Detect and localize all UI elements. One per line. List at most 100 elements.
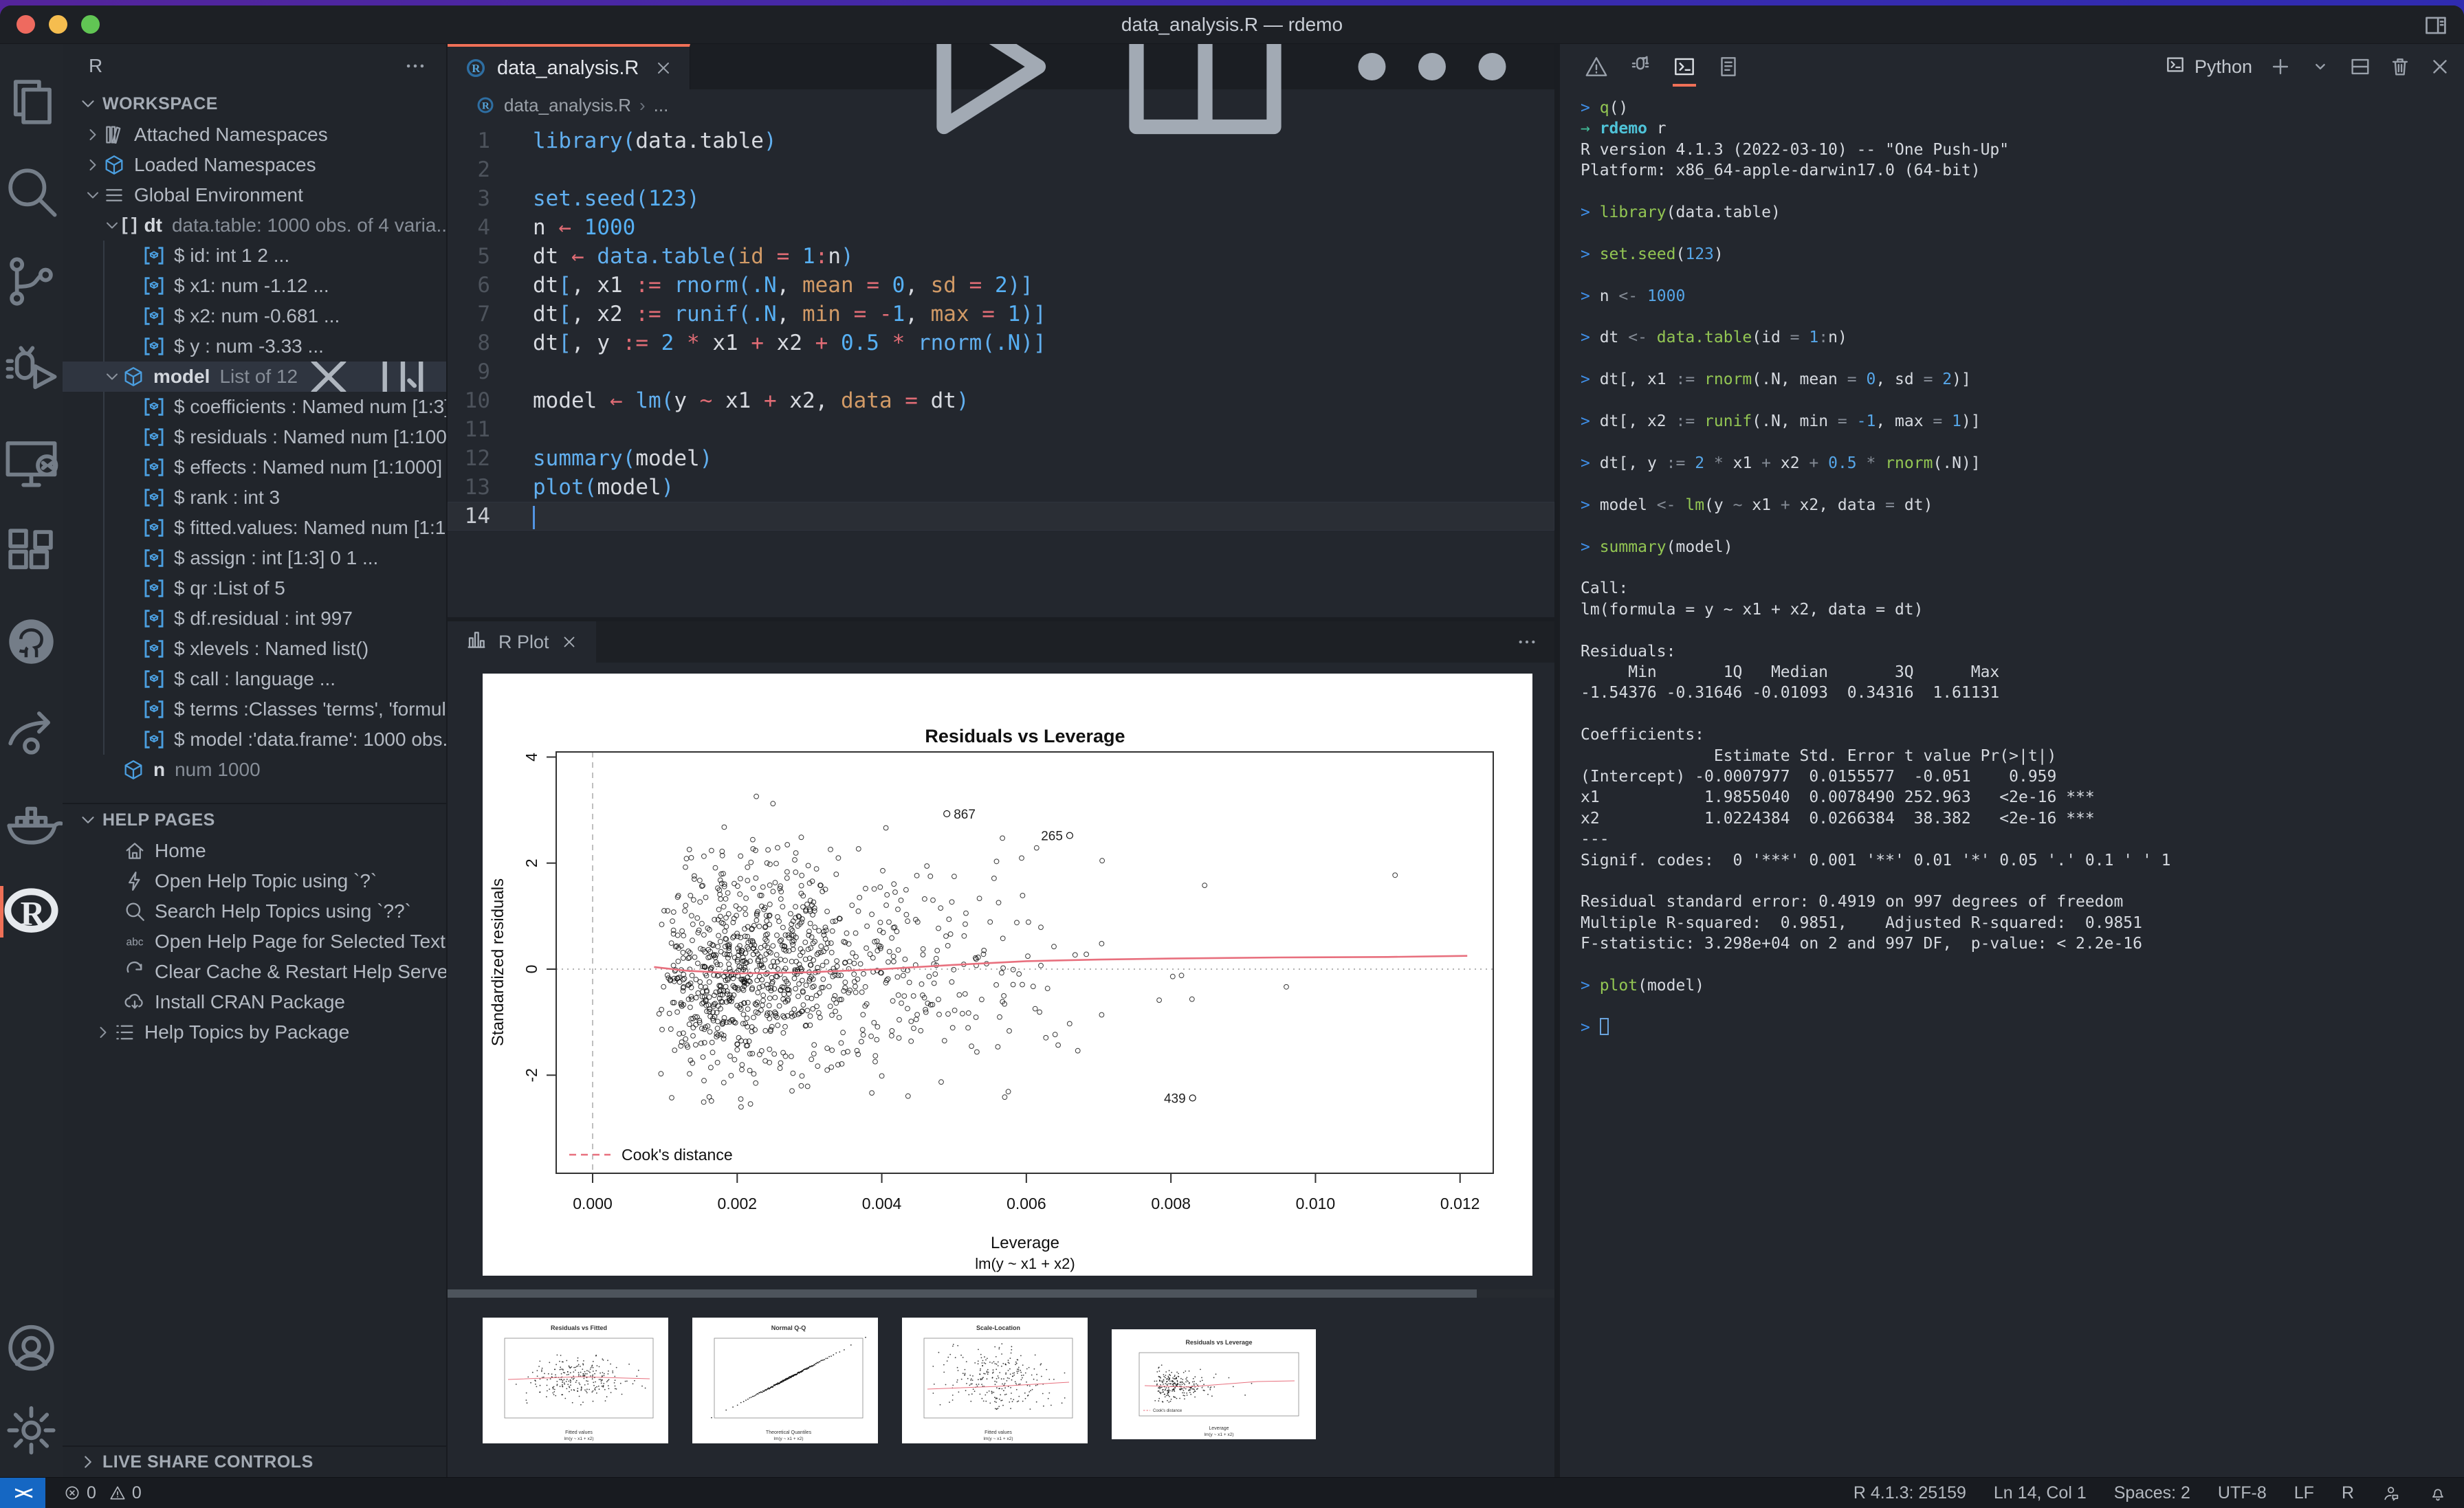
tree-item[interactable]: $ call : language ... (64, 664, 446, 694)
plot-thumbnail-scale-location[interactable]: Scale-Location Fitted values lm(y ~ x1 + x… (902, 1318, 1088, 1443)
tree-item[interactable]: $ effects : Named num [1:1000] -... (64, 452, 446, 483)
scrollbar-thumb[interactable] (448, 1289, 1477, 1298)
tree-item[interactable]: Loaded Namespaces (63, 150, 446, 180)
tab-r-plot[interactable]: R Plot (448, 621, 596, 663)
status-item[interactable]: R (2342, 1483, 2354, 1503)
warning-panel-icon[interactable] (1583, 54, 1609, 80)
code-editor[interactable]: 1 library(data.table) 2 3 set.seed(123) 4 n ← … (448, 121, 1554, 617)
output-panel-icon[interactable] (1715, 54, 1741, 80)
terminal-panel-icon[interactable] (1671, 54, 1697, 87)
shell-selector[interactable]: Python (2164, 54, 2252, 80)
code-line-10[interactable]: 10 model ← lm(y ~ x1 + x2, data = dt) (448, 386, 1554, 415)
activity-bar-search-icon[interactable] (0, 146, 63, 236)
debugconsole-panel-icon[interactable] (1627, 54, 1653, 80)
tree-item-model[interactable]: model List of 12 (63, 362, 446, 392)
tree-item[interactable]: $ fitted.values: Named num [1:10... (64, 513, 446, 543)
help-item[interactable]: Install CRAN Package (63, 987, 446, 1017)
close-panel-icon[interactable] (2428, 55, 2452, 78)
status-item[interactable]: Ln 14, Col 1 (1994, 1483, 2087, 1503)
code-line-8[interactable]: 8 dt[, y := 2 * x1 + x2 + 0.5 * rnorm(.N)… (448, 329, 1554, 357)
code-line-3[interactable]: 3 set.seed(123) (448, 184, 1554, 213)
tree-item[interactable]: $ rank : int 3 (64, 483, 446, 513)
help-item[interactable]: abc Open Help Page for Selected Text (63, 927, 446, 957)
code-line-13[interactable]: 13 plot(model) (448, 473, 1554, 502)
breadcrumb[interactable]: R data_analysis.R › ... (448, 89, 1554, 121)
tree-item[interactable]: $ x2: num -0.681 ... (64, 301, 446, 331)
activity-bar-extensions-icon[interactable] (0, 507, 63, 597)
code-line-6[interactable]: 6 dt[, x1 := rnorm(.N, mean = 0, sd = 2)] (448, 271, 1554, 300)
help-item[interactable]: Help Topics by Package (63, 1017, 446, 1047)
plot-thumbnail-normal-q-q[interactable]: Normal Q-Q Theoretical Quantiles lm(y ~ x1… (692, 1318, 878, 1443)
close-window-button[interactable] (16, 15, 35, 34)
section-help-pages[interactable]: HELP PAGES (63, 804, 446, 836)
tree-item[interactable]: $ y : num -3.33 ... (64, 331, 446, 362)
tree-item[interactable]: Attached Namespaces (63, 120, 446, 150)
code-line-7[interactable]: 7 dt[, x2 := runif(.N, min = -1, max = 1)… (448, 300, 1554, 329)
activity-bar-explorer-icon[interactable] (0, 56, 63, 146)
code-line-5[interactable]: 5 dt ← data.table(id = 1:n) (448, 242, 1554, 271)
status-item[interactable]: UTF-8 (2218, 1483, 2267, 1503)
activity-bar-accounts-icon[interactable] (0, 1307, 63, 1389)
notifications-bell-icon[interactable] (2428, 1483, 2448, 1503)
status-item[interactable]: LF (2294, 1483, 2314, 1503)
close-icon[interactable] (298, 362, 360, 392)
zoom-window-button[interactable] (81, 15, 100, 34)
open-in-viewer-icon[interactable] (372, 362, 434, 392)
tree-item[interactable]: $ residuals : Named num [1:1000... (64, 422, 446, 452)
tree-item[interactable]: $ coefficients : Named num [1:3]... (64, 392, 446, 422)
activity-bar-source-control-icon[interactable] (0, 236, 63, 326)
tree-item[interactable]: $ df.residual : int 997 (64, 603, 446, 634)
activity-bar-docker-icon[interactable] (0, 777, 63, 867)
activity-bar-run-debug-icon[interactable] (0, 326, 63, 417)
close-panel-icon[interactable] (560, 633, 578, 651)
tree-item-n[interactable]: n num 1000 (63, 755, 446, 785)
section-workspace[interactable]: WORKSPACE (63, 88, 446, 120)
terminal-dropdown-chevron-icon[interactable] (2309, 55, 2332, 78)
code-line-14[interactable]: 14 (448, 502, 1554, 531)
plot-horizontal-scrollbar[interactable] (448, 1289, 1554, 1298)
section-live-share-controls[interactable]: LIVE SHARE CONTROLS (63, 1445, 446, 1477)
feedback-icon[interactable] (2382, 1483, 2401, 1503)
tree-item[interactable]: $ x1: num -1.12 ... (64, 271, 446, 301)
help-item[interactable]: Home (63, 836, 446, 866)
tree-item[interactable]: $ id: int 1 2 ... (64, 241, 446, 271)
code-line-4[interactable]: 4n ← 1000 (448, 213, 1554, 242)
breadcrumb-more[interactable]: ... (654, 95, 669, 116)
status-item[interactable]: Spaces: 2 (2114, 1483, 2190, 1503)
activity-bar-settings-icon[interactable] (0, 1389, 63, 1472)
tree-item[interactable]: $ assign : int [1:3] 0 1 ... (64, 543, 446, 573)
tree-item[interactable]: Global Environment (63, 180, 446, 210)
help-item[interactable]: Clear Cache & Restart Help Server (63, 957, 446, 987)
help-item[interactable]: Open Help Topic using `?` (63, 866, 446, 896)
activity-bar-r-icon[interactable]: R (0, 867, 63, 957)
new-terminal-button[interactable] (2269, 55, 2292, 78)
help-item[interactable]: Search Help Topics using `??` (63, 896, 446, 927)
activity-bar-remote-explorer-icon[interactable] (0, 417, 63, 507)
tree-item[interactable]: $ terms :Classes 'terms', 'formul... (64, 694, 446, 724)
plot-thumbnail-residuals-vs-fitted[interactable]: Residuals vs Fitted Fitted values lm(y ~ x… (483, 1318, 668, 1443)
activity-bar-github-icon[interactable] (0, 597, 63, 687)
more-actions-icon[interactable] (1516, 631, 1538, 653)
customize-layout-icon[interactable] (2423, 12, 2449, 38)
tree-item[interactable]: $ qr :List of 5 (64, 573, 446, 603)
code-line-1[interactable]: 1 library(data.table) (448, 126, 1554, 155)
code-line-2[interactable]: 2 (448, 155, 1554, 184)
tab-data-analysis-r[interactable]: R data_analysis.R (448, 44, 691, 89)
more-actions-icon[interactable] (404, 54, 427, 78)
code-line-9[interactable]: 9 (448, 357, 1554, 386)
code-line-12[interactable]: 12 summary(model) (448, 444, 1554, 473)
problems-indicator[interactable]: 0 0 (63, 1483, 142, 1503)
kill-terminal-icon[interactable] (2388, 55, 2412, 78)
remote-indicator[interactable]: >< (0, 1478, 45, 1508)
activity-bar-live-share-icon[interactable] (0, 687, 63, 777)
editor-terminal-sash[interactable] (1554, 44, 1560, 1477)
code-line-11[interactable]: 11 (448, 415, 1554, 444)
terminal-output[interactable]: > q() → rdemo r R version 4.1.3 (2022-03-1… (1560, 89, 2464, 1477)
tree-item-dt[interactable]: [ ] dt data.table: 1000 obs. of 4 varia... (63, 210, 446, 241)
minimize-window-button[interactable] (49, 15, 67, 34)
plot-thumbnail-residuals-vs-leverage[interactable]: Residuals vs Leverage Cook's distance Leve… (1112, 1329, 1316, 1439)
status-item[interactable]: R 4.1.3: 25159 (1854, 1483, 1966, 1503)
tree-item[interactable]: $ xlevels : Named list() (64, 634, 446, 664)
split-terminal-icon[interactable] (2348, 55, 2372, 78)
tree-item[interactable]: $ model :'data.frame': 1000 obs. ... (64, 724, 446, 755)
